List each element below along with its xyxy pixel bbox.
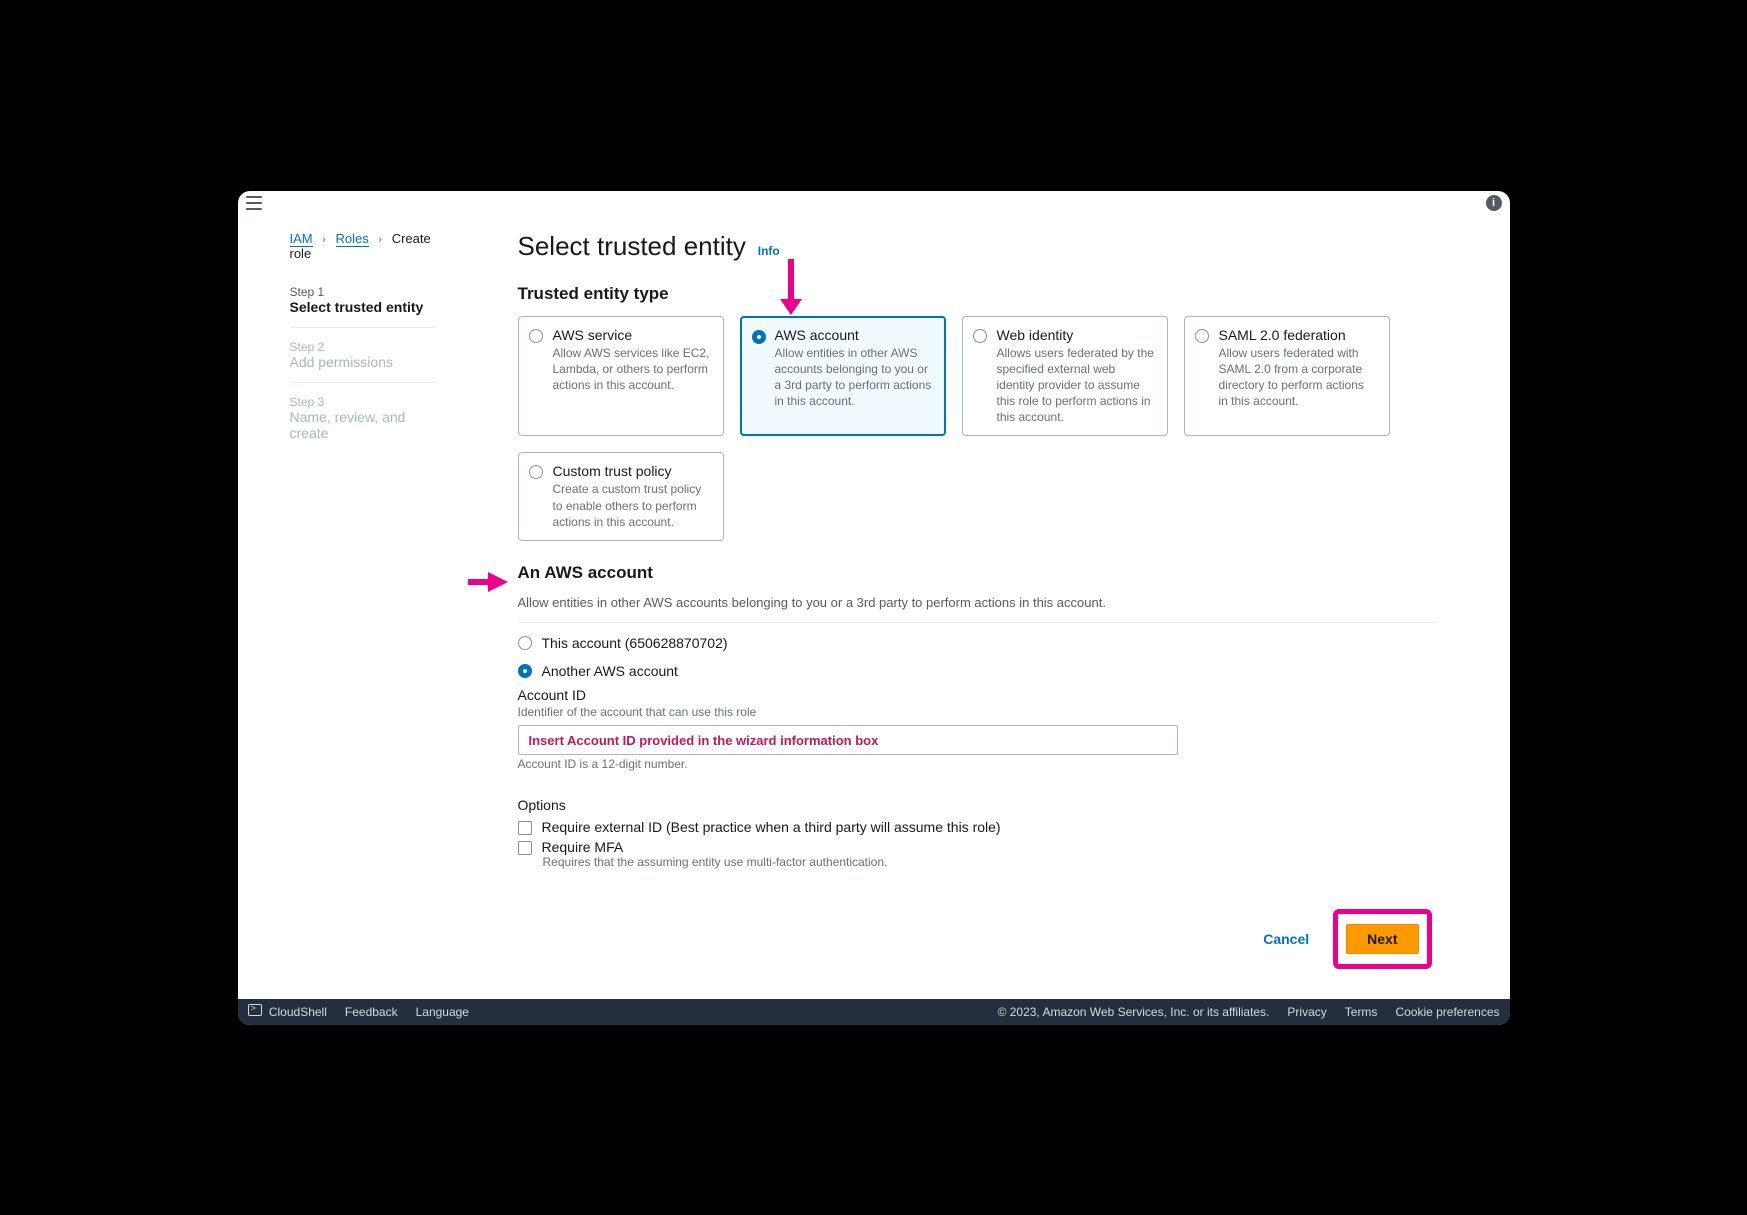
step-title: Select trusted entity (290, 299, 436, 315)
breadcrumb-iam[interactable]: IAM (290, 231, 313, 247)
cookie-preferences-link[interactable]: Cookie preferences (1395, 1005, 1499, 1019)
aws-account-desc: Allow entities in other AWS accounts bel… (518, 595, 1438, 610)
account-id-note: Account ID is a 12-digit number. (518, 757, 1438, 771)
step-title: Add permissions (290, 354, 436, 370)
language-link[interactable]: Language (416, 1005, 469, 1019)
card-title: AWS account (775, 327, 933, 343)
step-number: Step 1 (290, 285, 436, 299)
step-number: Step 2 (290, 340, 436, 354)
aws-console-window: i IAM › Roles › Create role Step 1 Selec… (238, 191, 1510, 1025)
feedback-link[interactable]: Feedback (345, 1005, 398, 1019)
options-heading: Options (518, 797, 1438, 813)
radio-another-account[interactable]: Another AWS account (518, 663, 1438, 679)
terms-link[interactable]: Terms (1345, 1005, 1378, 1019)
card-desc: Create a custom trust policy to enable o… (553, 481, 711, 530)
info-link[interactable]: Info (758, 244, 780, 258)
annotation-arrow-down-icon (776, 259, 806, 315)
entity-type-cards: AWS service Allow AWS services like EC2,… (518, 316, 1438, 542)
card-desc: Allows users federated by the specified … (997, 345, 1155, 426)
card-desc: Allow AWS services like EC2, Lambda, or … (553, 345, 711, 394)
trusted-entity-type-heading: Trusted entity type (518, 284, 1438, 304)
cancel-button[interactable]: Cancel (1253, 909, 1319, 969)
sidebar: IAM › Roles › Create role Step 1 Select … (238, 215, 468, 999)
checkbox-label: Require external ID (Best practice when … (542, 819, 1001, 835)
radio-icon (529, 465, 543, 479)
card-title: Custom trust policy (553, 463, 711, 479)
main-content: Select trusted entity Info Trusted entit… (468, 215, 1510, 999)
entity-card-aws-account[interactable]: AWS account Allow entities in other AWS … (740, 316, 946, 437)
account-id-input[interactable] (518, 725, 1178, 755)
radio-label: This account (650628870702) (542, 635, 728, 651)
checkbox-require-mfa[interactable]: Require MFA (518, 839, 1438, 855)
cloudshell-label: CloudShell (269, 1005, 327, 1019)
annotation-highlight-next: Next (1333, 909, 1431, 969)
radio-icon (752, 330, 766, 344)
radio-icon (518, 664, 532, 678)
page-title: Select trusted entity (518, 231, 746, 262)
wizard-actions: Cancel Next (518, 909, 1432, 969)
entity-card-aws-service[interactable]: AWS service Allow AWS services like EC2,… (518, 316, 724, 437)
wizard-step-2: Step 2 Add permissions (290, 340, 436, 383)
card-desc: Allow entities in other AWS accounts bel… (775, 345, 933, 410)
step-title: Name, review, and create (290, 409, 436, 441)
entity-card-custom-trust[interactable]: Custom trust policy Create a custom trus… (518, 452, 724, 541)
breadcrumb: IAM › Roles › Create role (290, 231, 436, 261)
chevron-right-icon: › (322, 234, 326, 246)
entity-card-web-identity[interactable]: Web identity Allows users federated by t… (962, 316, 1168, 437)
entity-card-saml[interactable]: SAML 2.0 federation Allow users federate… (1184, 316, 1390, 437)
account-id-hint: Identifier of the account that can use t… (518, 705, 1438, 719)
chevron-right-icon: › (378, 234, 382, 246)
privacy-link[interactable]: Privacy (1287, 1005, 1326, 1019)
divider (518, 622, 1438, 623)
info-icon[interactable]: i (1486, 195, 1502, 211)
wizard-step-1: Step 1 Select trusted entity (290, 285, 436, 328)
mfa-hint: Requires that the assuming entity use mu… (543, 855, 1438, 869)
checkbox-require-external-id[interactable]: Require external ID (Best practice when … (518, 819, 1438, 835)
cloudshell-icon (248, 1004, 262, 1016)
checkbox-icon (518, 841, 532, 855)
radio-icon (529, 329, 543, 343)
checkbox-label: Require MFA (542, 839, 624, 855)
card-title: SAML 2.0 federation (1219, 327, 1377, 343)
step-number: Step 3 (290, 395, 436, 409)
account-id-label: Account ID (518, 687, 1438, 703)
card-title: Web identity (997, 327, 1155, 343)
topbar: i (238, 191, 1510, 215)
footer: CloudShell Feedback Language © 2023, Ama… (238, 999, 1510, 1025)
wizard-step-3: Step 3 Name, review, and create (290, 395, 436, 453)
radio-icon (973, 329, 987, 343)
card-title: AWS service (553, 327, 711, 343)
radio-icon (1195, 329, 1209, 343)
radio-this-account[interactable]: This account (650628870702) (518, 635, 1438, 651)
menu-icon[interactable] (246, 196, 262, 210)
card-desc: Allow users federated with SAML 2.0 from… (1219, 345, 1377, 410)
radio-icon (518, 636, 532, 650)
breadcrumb-roles[interactable]: Roles (336, 231, 369, 247)
annotation-arrow-right-icon (468, 567, 508, 597)
cloudshell-link[interactable]: CloudShell (248, 1004, 327, 1019)
aws-account-heading: An AWS account (518, 563, 1438, 583)
copyright-text: © 2023, Amazon Web Services, Inc. or its… (998, 1005, 1270, 1019)
next-button[interactable]: Next (1346, 924, 1418, 954)
radio-label: Another AWS account (542, 663, 678, 679)
checkbox-icon (518, 821, 532, 835)
